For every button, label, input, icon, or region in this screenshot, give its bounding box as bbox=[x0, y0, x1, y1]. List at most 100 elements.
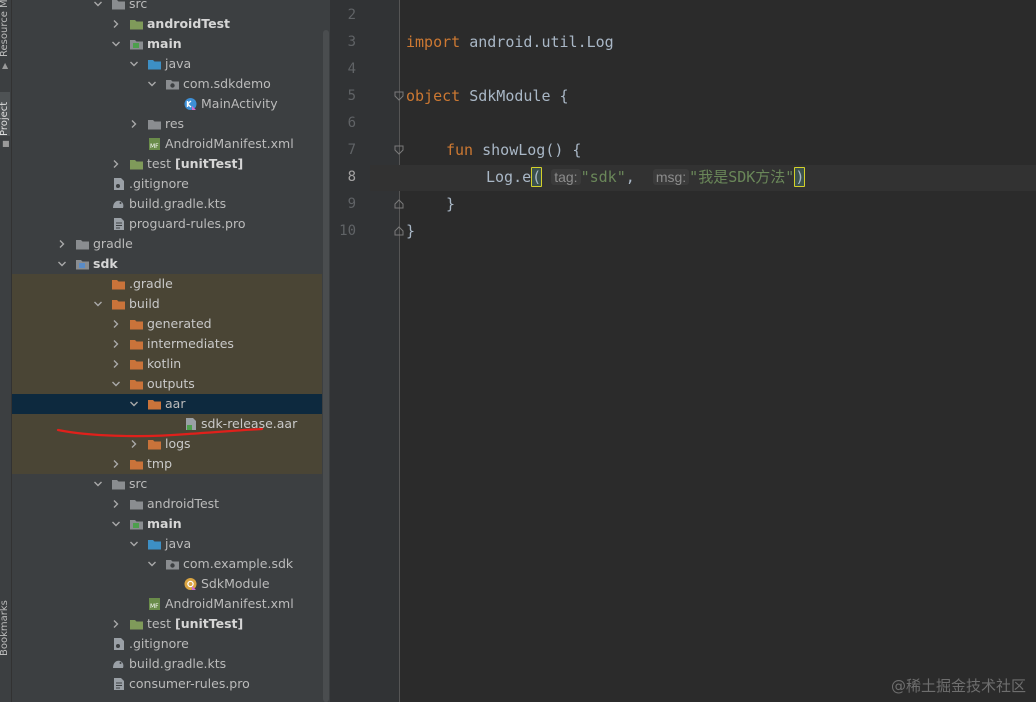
tree-row[interactable]: androidTest bbox=[111, 14, 230, 34]
fold-close-icon[interactable] bbox=[394, 199, 404, 209]
tree-row[interactable]: generated bbox=[111, 314, 212, 334]
tree-row[interactable]: main bbox=[111, 34, 182, 54]
tree-row[interactable]: src bbox=[93, 0, 147, 14]
tree-row[interactable]: test [unitTest] bbox=[111, 614, 243, 634]
code-line-10[interactable]: } bbox=[406, 218, 415, 245]
chevron-down-icon[interactable] bbox=[129, 539, 139, 549]
chevron-right-icon[interactable] bbox=[111, 339, 121, 349]
tree-row[interactable]: MainActivity bbox=[165, 94, 278, 114]
chevron-down-icon[interactable] bbox=[93, 299, 103, 309]
tree-row[interactable]: SdkModule bbox=[165, 574, 270, 594]
chevron-right-icon[interactable] bbox=[111, 359, 121, 369]
tree-row[interactable]: .gitignore bbox=[93, 174, 189, 194]
tree-item-label: AndroidManifest.xml bbox=[165, 136, 294, 151]
module-icon bbox=[75, 257, 90, 271]
chevron-down-icon[interactable] bbox=[129, 399, 139, 409]
line-number: 7 bbox=[347, 142, 356, 158]
tree-row[interactable]: java bbox=[129, 54, 191, 74]
chevron-down-icon[interactable] bbox=[129, 59, 139, 69]
chevron-right-icon[interactable] bbox=[111, 319, 121, 329]
chevron-right-icon[interactable] bbox=[129, 119, 139, 129]
project-scrollbar-thumb[interactable] bbox=[323, 30, 329, 702]
fold-open-icon[interactable] bbox=[394, 145, 404, 155]
gitignore-file-icon bbox=[111, 637, 126, 651]
chevron-right-icon[interactable] bbox=[57, 239, 67, 249]
source-folder-icon bbox=[129, 37, 144, 51]
test-folder-icon bbox=[129, 17, 144, 31]
bookmarks-tab[interactable]: Bookmarks bbox=[0, 596, 10, 656]
package-icon bbox=[165, 77, 180, 91]
tree-row[interactable]: build.gradle.kts bbox=[93, 194, 226, 214]
tree-row[interactable]: intermediates bbox=[111, 334, 234, 354]
line-number: 4 bbox=[347, 61, 356, 77]
paren-open: ( bbox=[531, 167, 543, 187]
folder-icon bbox=[75, 237, 90, 251]
source-folder-icon bbox=[129, 517, 144, 531]
param-hint-msg: msg: bbox=[652, 169, 690, 185]
tree-row[interactable]: java bbox=[129, 534, 191, 554]
tree-row[interactable]: MF AndroidManifest.xml bbox=[129, 134, 294, 154]
code-line-8[interactable]: Log.e( tag: "sdk", msg: "我是SDK方法") bbox=[486, 164, 806, 191]
chevron-right-icon[interactable] bbox=[111, 459, 121, 469]
chevron-down-icon[interactable] bbox=[57, 259, 67, 269]
code-line-5[interactable]: object SdkModule { bbox=[406, 83, 569, 110]
chevron-right-icon[interactable] bbox=[111, 499, 121, 509]
resource-manager-tab[interactable]: Resource M bbox=[0, 0, 10, 57]
tree-row[interactable]: MF AndroidManifest.xml bbox=[129, 594, 294, 614]
tree-row[interactable]: outputs bbox=[111, 374, 195, 394]
chevron-right-icon[interactable] bbox=[111, 159, 121, 169]
tree-item-label: aar bbox=[165, 396, 186, 411]
tree-row[interactable]: build.gradle.kts bbox=[93, 654, 226, 674]
tree-item-label: build.gradle.kts bbox=[129, 196, 227, 211]
tree-item-label: main bbox=[147, 36, 182, 51]
tree-row[interactable]: sdk bbox=[57, 254, 118, 274]
tree-row[interactable]: res bbox=[129, 114, 184, 134]
kotlin-class-icon bbox=[183, 97, 198, 111]
tree-row[interactable]: com.sdkdemo bbox=[147, 74, 271, 94]
code-line-3[interactable]: import android.util.Log bbox=[406, 29, 614, 56]
tree-row[interactable]: build bbox=[93, 294, 160, 314]
tree-row[interactable]: src bbox=[93, 474, 147, 494]
tree-row[interactable]: com.example.sdk bbox=[147, 554, 293, 574]
project-tab[interactable]: Project bbox=[0, 92, 10, 136]
tree-row[interactable]: androidTest bbox=[111, 494, 219, 514]
chevron-down-icon[interactable] bbox=[147, 79, 157, 89]
tree-row[interactable]: kotlin bbox=[111, 354, 181, 374]
chevron-down-icon[interactable] bbox=[147, 559, 157, 569]
fold-close-icon[interactable] bbox=[394, 226, 404, 236]
tree-row[interactable]: gradle bbox=[57, 234, 133, 254]
tree-row[interactable]: main bbox=[111, 514, 182, 534]
object-decl: SdkModule { bbox=[460, 87, 569, 105]
code-line-9[interactable]: } bbox=[446, 191, 455, 218]
chevron-down-icon[interactable] bbox=[111, 379, 121, 389]
line-number: 5 bbox=[347, 88, 356, 104]
tree-row[interactable]: proguard-rules.pro bbox=[93, 214, 246, 234]
keyword: fun bbox=[446, 141, 474, 159]
tree-row[interactable]: tmp bbox=[111, 454, 172, 474]
fun-decl: showLog() { bbox=[473, 141, 582, 159]
tree-row[interactable]: consumer-rules.pro bbox=[93, 674, 250, 694]
closing-brace: } bbox=[446, 195, 456, 213]
tree-row-selected[interactable]: aar bbox=[129, 394, 185, 414]
tree-row[interactable]: .gitignore bbox=[93, 634, 189, 654]
tree-item-label: SdkModule bbox=[201, 576, 270, 591]
chevron-down-icon[interactable] bbox=[111, 39, 121, 49]
chevron-right-icon[interactable] bbox=[129, 439, 139, 449]
fold-open-icon[interactable] bbox=[394, 91, 404, 101]
code-line-7[interactable]: fun showLog() { bbox=[446, 137, 581, 164]
gradle-file-icon bbox=[111, 197, 126, 211]
resources-folder-icon bbox=[147, 117, 162, 131]
chevron-right-icon[interactable] bbox=[111, 19, 121, 29]
chevron-right-icon[interactable] bbox=[111, 619, 121, 629]
tree-item-label: gradle bbox=[93, 236, 133, 251]
chevron-down-icon[interactable] bbox=[93, 479, 103, 489]
chevron-down-icon[interactable] bbox=[111, 519, 121, 529]
resource-manager-icon: ▲ bbox=[2, 61, 9, 70]
tree-row[interactable]: .gradle bbox=[93, 274, 173, 294]
package-icon bbox=[165, 557, 180, 571]
chevron-down-icon[interactable] bbox=[93, 0, 103, 9]
paren-close: ) bbox=[794, 167, 806, 187]
tree-row[interactable]: test [unitTest] bbox=[111, 154, 243, 174]
java-source-folder-icon bbox=[147, 537, 162, 551]
line-number: 3 bbox=[347, 34, 356, 50]
